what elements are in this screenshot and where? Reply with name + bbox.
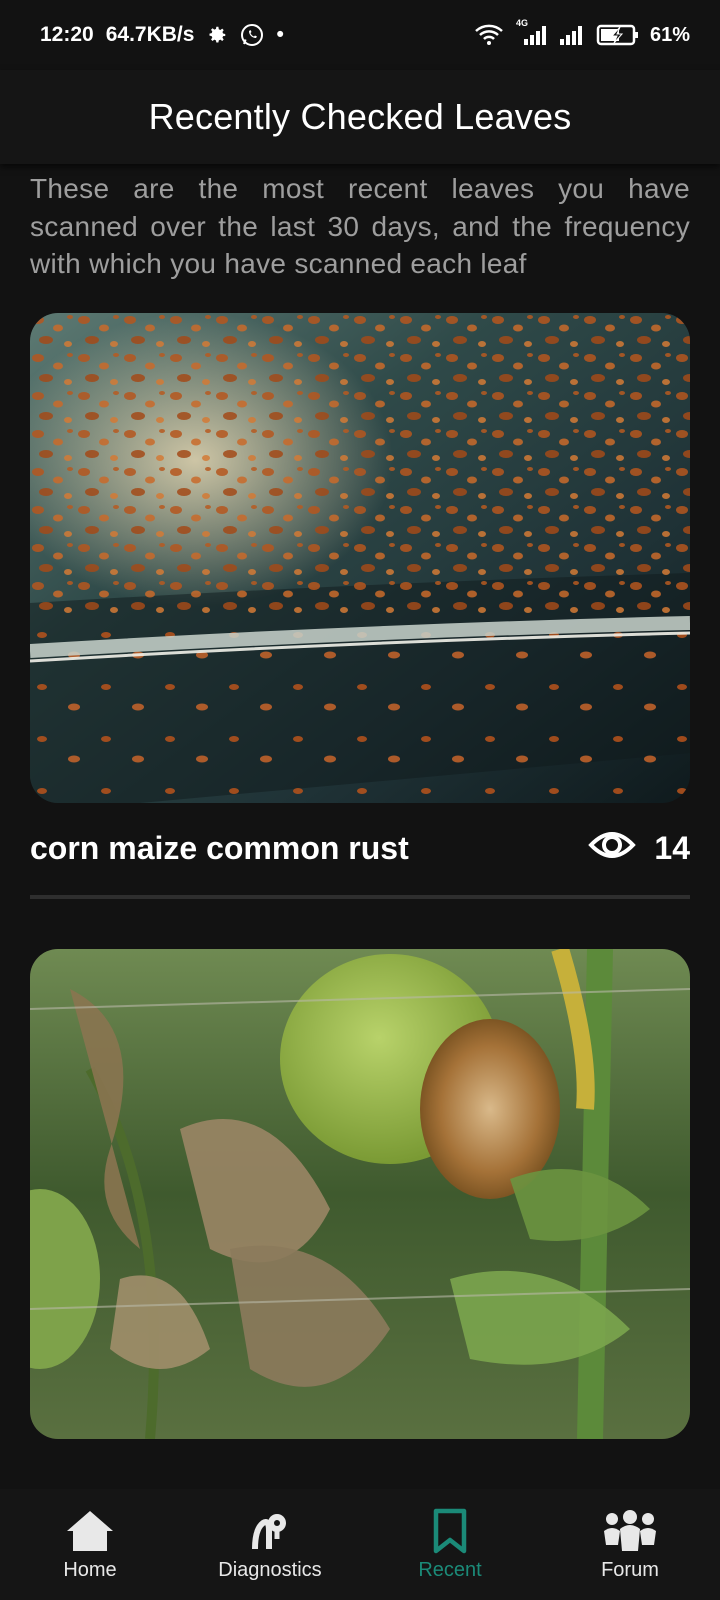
intro-text: These are the most recent leaves you hav… <box>30 173 690 279</box>
home-icon <box>65 1507 115 1555</box>
whatsapp-icon <box>240 23 264 47</box>
recent-leaves-list[interactable]: These are the most recent leaves you hav… <box>0 164 720 1489</box>
nav-diagnostics-label: Diagnostics <box>218 1559 322 1581</box>
nav-recent-label: Recent <box>418 1559 482 1581</box>
nav-forum[interactable]: Forum <box>540 1507 720 1582</box>
nav-home-label: Home <box>63 1559 117 1581</box>
leaf-name: corn maize common rust <box>30 830 409 866</box>
view-count: 14 <box>588 827 690 871</box>
signal-icon <box>558 24 586 46</box>
divider <box>30 894 690 899</box>
people-icon <box>602 1507 658 1555</box>
view-count-value: 14 <box>654 830 690 866</box>
card-footer: corn maize common rust 14 <box>30 803 690 895</box>
battery-charging-icon <box>596 23 640 47</box>
bookmark-icon <box>432 1507 468 1555</box>
diagnostics-icon <box>247 1507 293 1555</box>
nav-forum-label: Forum <box>601 1559 659 1581</box>
leaf-card[interactable]: corn maize common rust 14 <box>30 312 690 899</box>
bottom-navigation: Home Diagnostics Recent Forum <box>0 1489 720 1600</box>
leaf-card[interactable] <box>30 948 690 1439</box>
nav-home[interactable]: Home <box>0 1507 180 1582</box>
leaf-image[interactable] <box>30 312 690 803</box>
clock: 12:20 <box>40 23 94 46</box>
eye-icon <box>588 827 637 871</box>
signal-4g-icon: 4G <box>514 18 548 46</box>
battery-level: 61% <box>649 23 690 46</box>
gear-icon <box>206 24 228 46</box>
wifi-icon <box>474 24 504 46</box>
page-title: Recently Checked Leaves <box>148 96 572 137</box>
status-bar: 12:20 64.7KB/s • 4G 61% <box>0 0 720 70</box>
leaf-image[interactable] <box>30 948 690 1439</box>
notification-dot: • <box>276 23 284 46</box>
nav-diagnostics[interactable]: Diagnostics <box>180 1507 360 1582</box>
app-bar: Recently Checked Leaves <box>0 70 720 164</box>
nav-recent[interactable]: Recent <box>360 1507 540 1582</box>
network-speed: 64.7KB/s <box>105 23 195 46</box>
